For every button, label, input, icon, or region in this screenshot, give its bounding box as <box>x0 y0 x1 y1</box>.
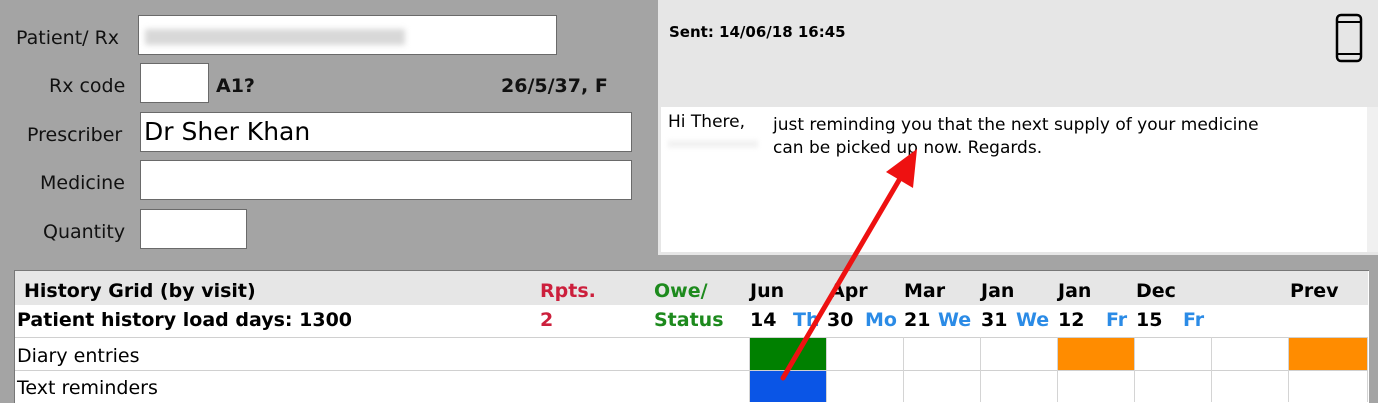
annotation-arrow-icon <box>780 149 917 381</box>
